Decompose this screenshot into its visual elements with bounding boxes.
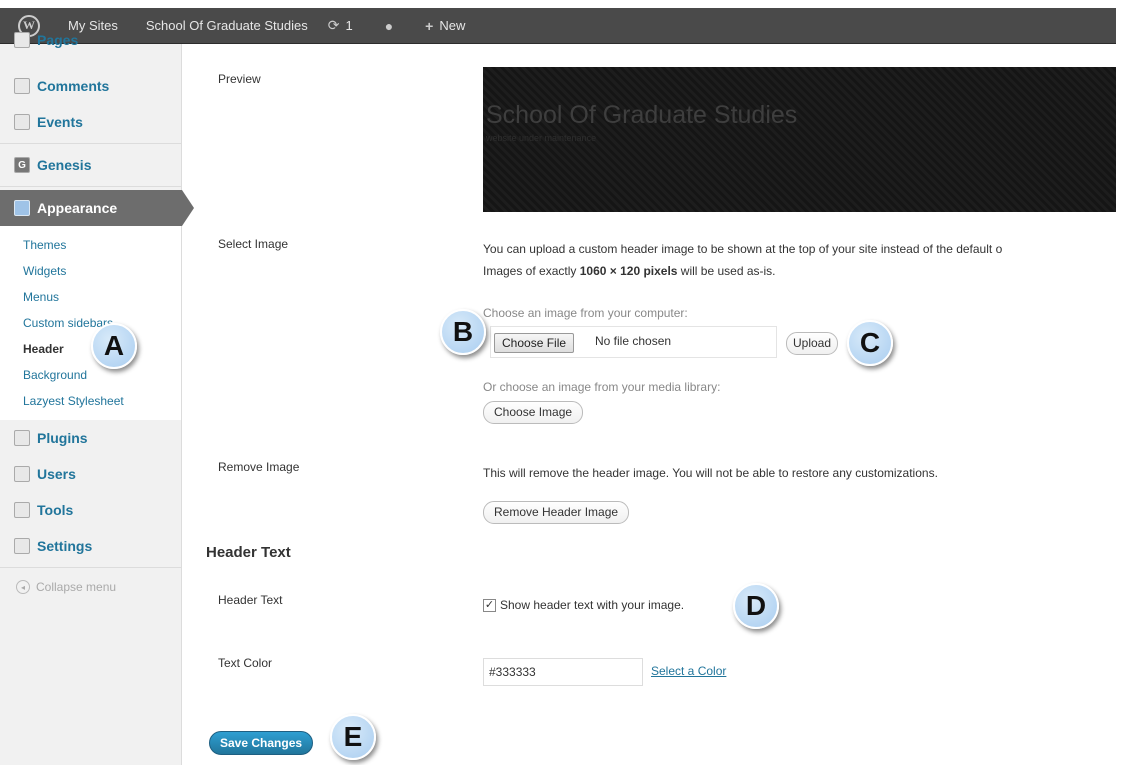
- menu-label-comments: Comments: [37, 78, 110, 94]
- submenu-themes[interactable]: Themes: [23, 232, 181, 258]
- menu-label-tools: Tools: [37, 502, 74, 518]
- text-color-label: Text Color: [218, 656, 273, 670]
- header-text-heading: Header Text: [206, 544, 291, 561]
- comment-bubble-icon: ●: [384, 17, 394, 34]
- menu-label-users: Users: [37, 466, 76, 482]
- show-header-text-label[interactable]: Show header text with your image.: [500, 598, 684, 612]
- menu-label-settings: Settings: [37, 538, 93, 554]
- callout-c: C: [847, 320, 893, 366]
- collapse-menu-label: Collapse menu: [36, 580, 117, 594]
- menu-item-appearance[interactable]: Appearance: [0, 190, 194, 226]
- image-size-note: Images of exactly 1060 × 120 pixels will…: [483, 264, 776, 278]
- menu-item-settings[interactable]: Settings: [0, 528, 181, 564]
- new-label: New: [439, 18, 466, 33]
- callout-b: B: [440, 309, 486, 355]
- header-text-label: Header Text: [218, 593, 283, 607]
- plugins-icon: [14, 430, 30, 446]
- select-color-link[interactable]: Select a Color: [651, 664, 726, 678]
- size-note-dimensions: 1060 × 120 pixels: [579, 264, 678, 278]
- refresh-icon: ⟳: [327, 17, 340, 33]
- appearance-icon: [14, 200, 30, 216]
- remove-image-label: Remove Image: [218, 460, 300, 474]
- tools-icon: [14, 502, 30, 518]
- menu-separator: [0, 567, 181, 568]
- new-content-menu[interactable]: + New: [409, 8, 475, 44]
- appearance-submenu: Themes Widgets Menus Custom sidebars Hea…: [0, 226, 181, 420]
- comments-icon: [14, 78, 30, 94]
- comments-menu[interactable]: ●: [363, 8, 409, 44]
- menu-item-events[interactable]: Events: [0, 104, 181, 140]
- size-note-suffix: will be used as-is.: [677, 264, 776, 278]
- file-input: Choose File No file chosen: [490, 326, 777, 358]
- text-color-input[interactable]: #333333: [483, 658, 643, 686]
- events-icon: [14, 114, 30, 130]
- custom-header-form: Preview School Of Graduate Studies websi…: [183, 44, 1116, 765]
- select-image-description: You can upload a custom header image to …: [483, 242, 1003, 256]
- preview-site-title: School Of Graduate Studies: [486, 101, 798, 129]
- pages-icon: [14, 32, 30, 48]
- menu-label-plugins: Plugins: [37, 430, 88, 446]
- collapse-arrow-icon: ◂: [16, 580, 30, 594]
- remove-image-description: This will remove the header image. You w…: [483, 466, 938, 480]
- preview-tagline: website under maintenance: [486, 133, 597, 143]
- updates-menu[interactable]: ⟳ 1: [318, 8, 363, 44]
- choose-from-library-label: Or choose an image from your media libra…: [483, 380, 721, 394]
- submenu-menus[interactable]: Menus: [23, 284, 181, 310]
- users-icon: [14, 466, 30, 482]
- upload-button[interactable]: Upload: [786, 332, 839, 355]
- updates-count: 1: [345, 18, 353, 33]
- choose-from-computer-label: Choose an image from your computer:: [483, 306, 688, 320]
- genesis-icon: G: [14, 157, 30, 173]
- menu-item-pages[interactable]: Pages: [0, 28, 182, 52]
- menu-separator: [0, 186, 181, 187]
- submenu-widgets[interactable]: Widgets: [23, 258, 181, 284]
- header-preview: School Of Graduate Studies website under…: [483, 67, 1116, 212]
- choose-file-button[interactable]: Choose File: [494, 333, 575, 353]
- preview-label: Preview: [218, 72, 261, 86]
- no-file-chosen-text: No file chosen: [595, 334, 672, 348]
- save-changes-button[interactable]: Save Changes: [209, 731, 314, 755]
- menu-item-tools[interactable]: Tools: [0, 492, 181, 528]
- menu-item-comments[interactable]: Comments: [0, 68, 181, 104]
- menu-label-genesis: Genesis: [37, 157, 92, 173]
- callout-e: E: [330, 714, 376, 760]
- remove-header-image-button[interactable]: Remove Header Image: [483, 501, 630, 524]
- size-note-prefix: Images of exactly: [483, 264, 580, 278]
- menu-item-users[interactable]: Users: [0, 456, 181, 492]
- menu-item-genesis[interactable]: G Genesis: [0, 147, 181, 183]
- select-image-label: Select Image: [218, 237, 289, 251]
- menu-label-pages: Pages: [37, 32, 79, 48]
- menu-item-plugins[interactable]: Plugins: [0, 420, 181, 456]
- admin-sidebar: Pages Comments Events G Genesis Appearan…: [0, 32, 194, 765]
- menu-separator: [0, 143, 181, 144]
- collapse-menu-button[interactable]: ◂ Collapse menu: [0, 571, 181, 603]
- plus-icon: +: [425, 17, 434, 34]
- callout-a: A: [91, 323, 137, 369]
- settings-icon: [14, 538, 30, 554]
- show-header-text-checkbox[interactable]: ✓: [483, 599, 496, 612]
- menu-label-appearance: Appearance: [37, 200, 118, 216]
- submenu-lazyest-stylesheet[interactable]: Lazyest Stylesheet: [23, 388, 181, 414]
- callout-d: D: [733, 583, 779, 629]
- menu-label-events: Events: [37, 114, 83, 130]
- choose-image-button[interactable]: Choose Image: [483, 401, 584, 424]
